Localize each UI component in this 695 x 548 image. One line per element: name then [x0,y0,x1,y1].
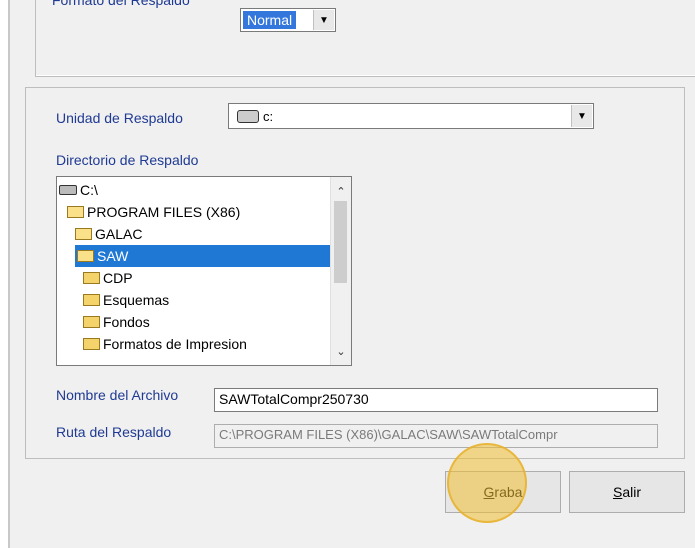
folder-icon [83,272,100,284]
drive-select[interactable]: c: ▼ [228,103,594,129]
save-button[interactable]: Graba [445,471,561,513]
tree-item-label: Formatos de Impresion [103,336,247,352]
save-button-accel: G [483,484,495,500]
tree-item[interactable]: GALAC [75,223,142,245]
scroll-up-icon[interactable]: ⌃ [331,183,351,201]
directory-label: Directorio de Respaldo [56,152,199,168]
format-group [35,0,695,77]
backup-path-field: C:\PROGRAM FILES (X86)\GALAC\SAW\SAWTota… [214,424,658,448]
tree-item-label: GALAC [95,226,143,242]
format-select[interactable]: Normal ▼ [240,8,336,32]
exit-button-label: alir [622,484,641,500]
drive-selected-value: c: [263,109,274,124]
chevron-down-icon[interactable]: ▼ [571,105,592,127]
tree-item[interactable]: C:\ [59,179,98,201]
drive-label: Unidad de Respaldo [56,110,183,126]
save-button-label: raba [494,484,523,500]
scrollbar-thumb[interactable] [334,201,347,283]
exit-button-accel: S [612,484,623,500]
format-label: Formato del Respaldo [52,0,190,8]
folder-icon [83,338,100,350]
tree-item-label: C:\ [80,182,98,198]
drive-icon [237,110,259,123]
chevron-down-icon[interactable]: ▼ [313,10,334,30]
folder-icon [83,316,100,328]
tree-item-label: Esquemas [103,292,170,308]
tree-item[interactable]: Formatos de Impresion [83,333,247,355]
exit-button[interactable]: Salir [569,471,685,513]
tree-item-label: CDP [103,270,133,286]
filename-label: Nombre del Archivo [56,387,179,403]
tree-item-label: SAW [97,248,129,264]
format-selected-value: Normal [243,11,297,29]
tree-item[interactable]: Fondos [83,311,150,333]
tree-item-label: Fondos [103,314,150,330]
directory-tree[interactable]: C:\ PROGRAM FILES (X86) GALAC SAW CDP Es… [56,176,352,366]
scroll-down-icon[interactable]: ⌄ [331,343,351,361]
tree-item-label: PROGRAM FILES (X86) [87,204,241,220]
open-folder-icon [75,228,92,240]
folder-icon [83,294,100,306]
drive-icon [59,185,77,195]
open-folder-icon [77,250,94,262]
tree-item[interactable]: PROGRAM FILES (X86) [67,201,240,223]
open-folder-icon [67,206,84,218]
tree-item-selected[interactable]: SAW [75,245,331,267]
tree-item[interactable]: CDP [83,267,133,289]
filename-field[interactable]: SAWTotalCompr250730 [214,388,658,412]
tree-scrollbar[interactable]: ⌃ ⌄ [330,177,351,365]
backup-path-label: Ruta del Respaldo [56,424,172,440]
tree-item[interactable]: Esquemas [83,289,169,311]
